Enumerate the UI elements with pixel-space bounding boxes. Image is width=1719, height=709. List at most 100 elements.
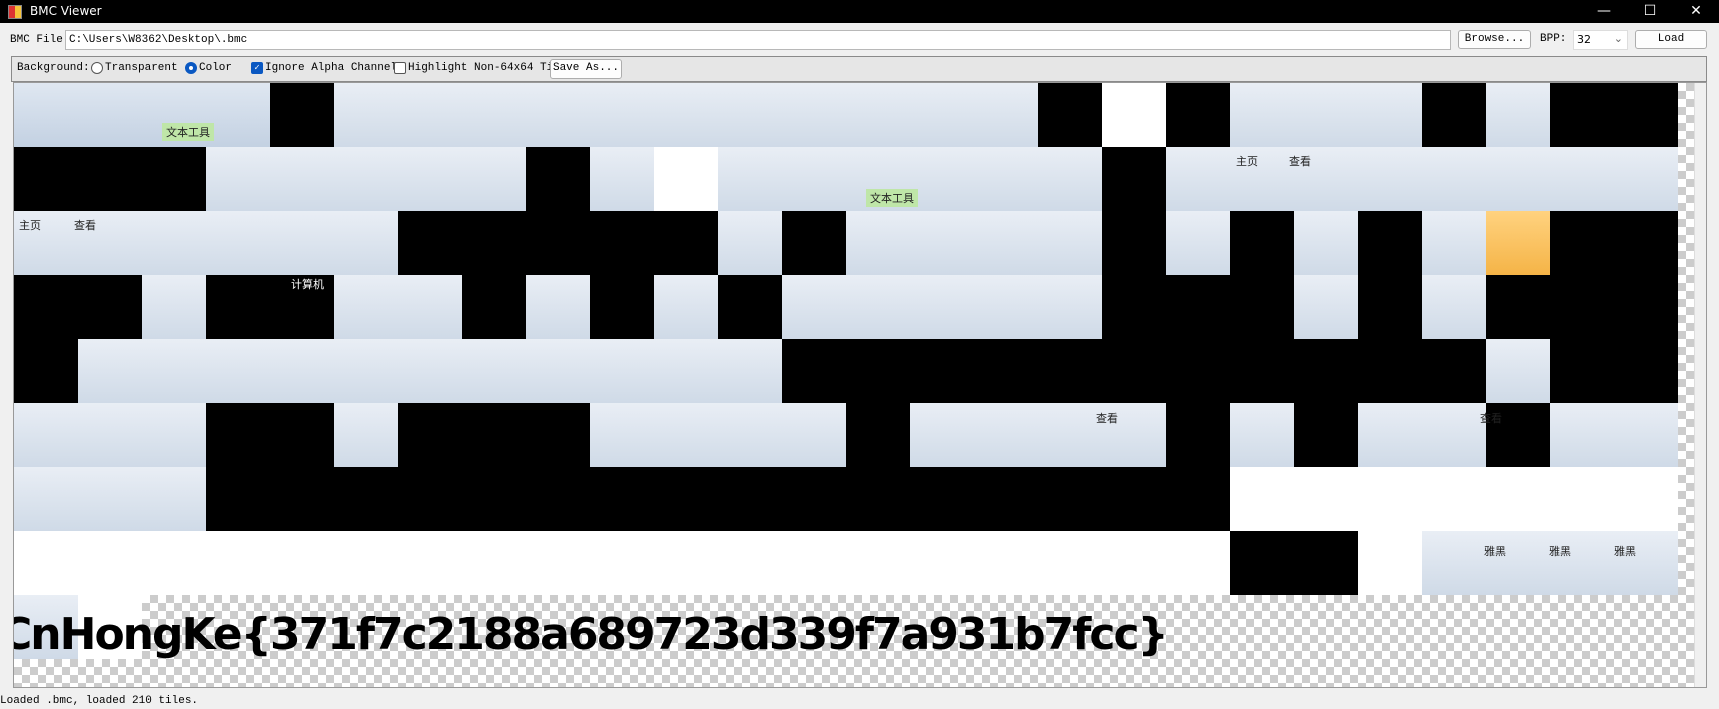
- image-tile: [1486, 467, 1550, 531]
- image-tile: [782, 467, 846, 531]
- image-tile: [526, 83, 590, 147]
- chevron-down-icon: ⌄: [1613, 32, 1623, 45]
- image-tile: [78, 467, 142, 531]
- image-tile: [1422, 467, 1486, 531]
- image-tile: [526, 339, 590, 403]
- image-canvas[interactable]: 文本工具 文本工具 主页 查看 主页 查看 计算机 查看 查看 雅黑 雅黑 雅黑…: [13, 82, 1707, 688]
- image-tile: [270, 147, 334, 211]
- fragment-yahei-1: 雅黑: [1484, 545, 1506, 558]
- ignore-alpha-checkbox[interactable]: ✓ Ignore Alpha Channel: [251, 62, 397, 74]
- save-as-button[interactable]: Save As...: [550, 59, 622, 79]
- tile-mosaic: [14, 83, 1678, 661]
- image-tile: [206, 531, 270, 595]
- image-tile: [206, 83, 270, 147]
- image-tile: [590, 403, 654, 467]
- image-tile: [654, 339, 718, 403]
- image-tile: [1102, 147, 1166, 211]
- image-tile: [526, 467, 590, 531]
- image-tile: [1358, 467, 1422, 531]
- image-tile: [398, 275, 462, 339]
- image-tile: [206, 339, 270, 403]
- image-tile: [1102, 211, 1166, 275]
- image-tile: [14, 531, 78, 595]
- image-tile: [910, 147, 974, 211]
- image-tile: [1358, 211, 1422, 275]
- image-tile: [334, 147, 398, 211]
- image-tile: [1294, 339, 1358, 403]
- image-tile: [1102, 83, 1166, 147]
- image-tile: [270, 531, 334, 595]
- image-tile: [142, 403, 206, 467]
- image-tile: [526, 211, 590, 275]
- image-tile: [1422, 403, 1486, 467]
- image-tile: [910, 531, 974, 595]
- vertical-scrollbar[interactable]: [1694, 83, 1706, 687]
- image-tile: [206, 403, 270, 467]
- highlight-checkbox[interactable]: Highlight Non-64x64 Til: [394, 62, 560, 74]
- image-tile: [718, 531, 782, 595]
- image-tile: [526, 147, 590, 211]
- image-tile: [782, 211, 846, 275]
- transparent-radio[interactable]: Transparent: [91, 62, 178, 74]
- title-bar: BMC Viewer — ☐ ✕: [0, 0, 1719, 23]
- close-button[interactable]: ✕: [1673, 0, 1719, 23]
- radio-selected-icon: [185, 62, 197, 74]
- maximize-button[interactable]: ☐: [1627, 0, 1673, 23]
- image-tile: [590, 531, 654, 595]
- load-button[interactable]: Load: [1635, 30, 1707, 49]
- image-tile: [1166, 403, 1230, 467]
- image-tile: [654, 403, 718, 467]
- browse-button[interactable]: Browse...: [1458, 30, 1531, 49]
- fragment-home: 主页: [19, 219, 41, 232]
- checkmark-icon: ✓: [251, 62, 263, 74]
- bpp-select[interactable]: 32 ⌄: [1573, 30, 1628, 50]
- image-tile: [590, 211, 654, 275]
- image-tile: [334, 275, 398, 339]
- image-tile: [846, 531, 910, 595]
- image-tile: [654, 211, 718, 275]
- image-tile: [398, 531, 462, 595]
- image-tile: [1294, 83, 1358, 147]
- image-tile: [142, 339, 206, 403]
- image-tile: [782, 83, 846, 147]
- image-tile: [1038, 275, 1102, 339]
- image-tile: [142, 531, 206, 595]
- image-tile: [974, 531, 1038, 595]
- image-tile: [1358, 83, 1422, 147]
- image-tile: [974, 275, 1038, 339]
- image-tile: [1614, 531, 1678, 595]
- image-tile: [590, 275, 654, 339]
- file-path-input[interactable]: C:\Users\W8362\Desktop\.bmc: [65, 30, 1451, 50]
- image-tile: [1550, 211, 1614, 275]
- image-tile: [526, 531, 590, 595]
- window-title: BMC Viewer: [30, 4, 102, 18]
- image-tile: [910, 83, 974, 147]
- color-radio[interactable]: Color: [185, 62, 232, 74]
- image-tile: [1422, 147, 1486, 211]
- image-tile: [1550, 531, 1614, 595]
- image-tile: [334, 339, 398, 403]
- minimize-button[interactable]: —: [1581, 0, 1627, 23]
- image-tile: [1550, 83, 1614, 147]
- image-tile: [910, 467, 974, 531]
- ignore-alpha-label: Ignore Alpha Channel: [265, 62, 398, 74]
- image-tile: [462, 275, 526, 339]
- image-tile: [398, 83, 462, 147]
- image-tile: [462, 403, 526, 467]
- bpp-label: BPP:: [1540, 33, 1567, 45]
- image-tile: [846, 211, 910, 275]
- image-tile: [1550, 147, 1614, 211]
- image-tile: [206, 211, 270, 275]
- image-tile: [1550, 275, 1614, 339]
- image-tile: [78, 275, 142, 339]
- image-tile: [846, 403, 910, 467]
- image-tile: [78, 531, 142, 595]
- image-tile: [334, 467, 398, 531]
- image-tile: [654, 147, 718, 211]
- image-tile: [654, 531, 718, 595]
- status-bar: Loaded .bmc, loaded 210 tiles.: [0, 695, 199, 707]
- image-tile: [1166, 147, 1230, 211]
- image-tile: [718, 339, 782, 403]
- image-tile: [398, 211, 462, 275]
- image-tile: [974, 211, 1038, 275]
